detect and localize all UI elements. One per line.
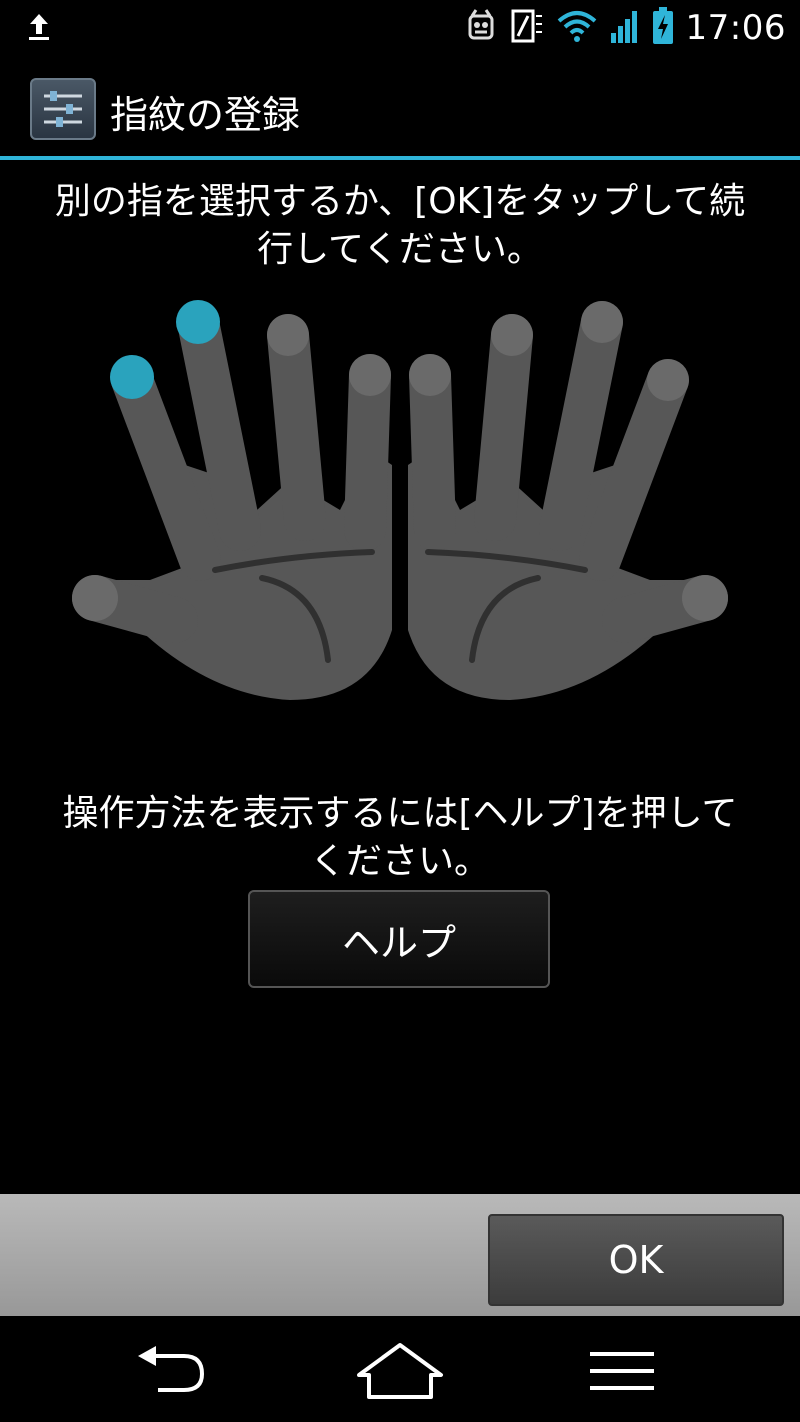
signal-icon — [610, 9, 640, 47]
left-pinky-registered-marker — [110, 355, 154, 399]
battery-charging-icon — [652, 7, 674, 49]
right-index-finger[interactable] — [409, 354, 456, 551]
sim-icon — [510, 8, 544, 48]
help-button[interactable]: ヘルプ — [248, 890, 550, 988]
menu-icon[interactable] — [562, 1336, 682, 1406]
left-ring-registered-marker — [176, 300, 220, 344]
instruction-line-1: 別の指を選択するか、[OK]をタップして続 — [54, 181, 746, 222]
help-text-line-1: 操作方法を表示するには[ヘルプ]を押して — [62, 793, 738, 834]
instruction-text: 別の指を選択するか、[OK]をタップして続 行してください。 — [10, 178, 790, 274]
wifi-icon — [556, 9, 598, 47]
instruction-line-2: 行してください。 — [257, 229, 543, 270]
notification-icon — [464, 8, 498, 48]
hands-finger-selector — [72, 300, 728, 700]
status-time: 17:06 — [685, 8, 786, 48]
help-text-line-2: ください。 — [309, 841, 490, 882]
left-middle-finger[interactable] — [267, 314, 326, 541]
back-icon[interactable] — [112, 1336, 232, 1406]
left-index-finger[interactable] — [344, 354, 391, 551]
help-text: 操作方法を表示するには[ヘルプ]を押して ください。 — [10, 790, 790, 886]
home-icon[interactable] — [340, 1336, 460, 1406]
action-bar-divider — [0, 156, 800, 160]
status-bar: 17:06 — [0, 0, 800, 56]
right-middle-finger[interactable] — [474, 314, 533, 541]
settings-icon[interactable] — [30, 78, 96, 140]
upload-icon — [26, 12, 52, 46]
navigation-bar — [0, 1316, 800, 1422]
ok-button[interactable]: OK — [488, 1214, 784, 1306]
page-title: 指紋の登録 — [110, 93, 301, 137]
action-bar: 指紋の登録 — [0, 56, 800, 160]
